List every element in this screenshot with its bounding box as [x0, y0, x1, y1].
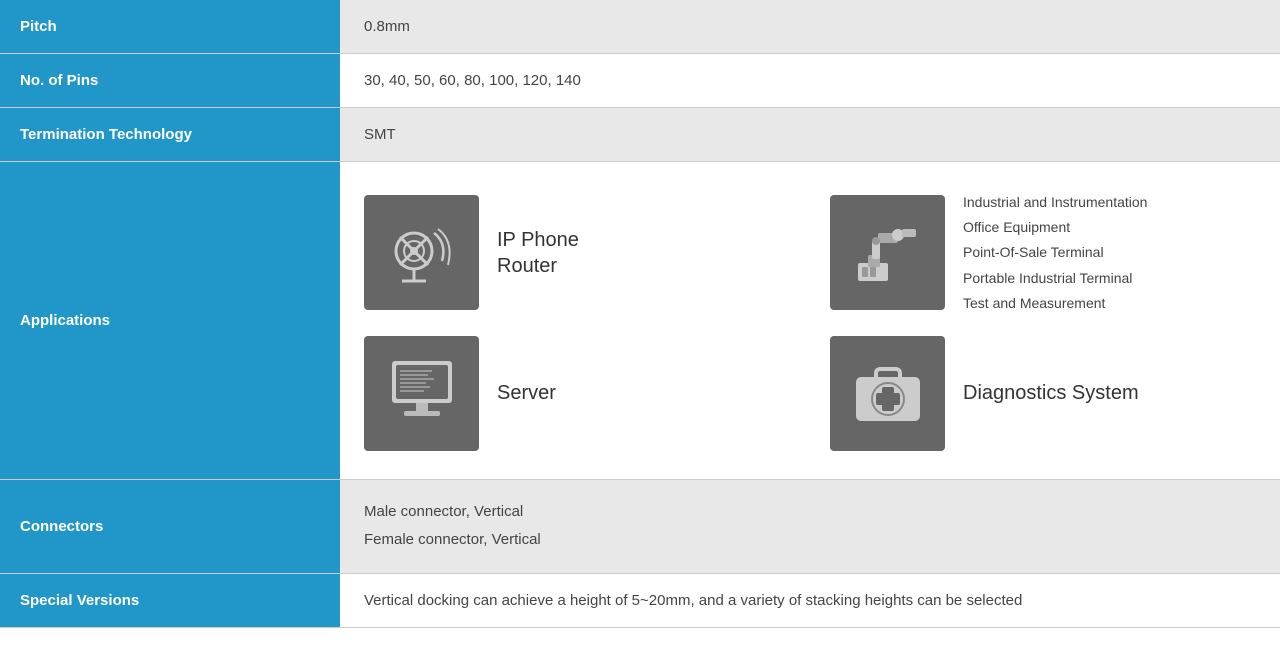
applications-row: Applications	[0, 162, 1280, 480]
connectors-value: Male connector, VerticalFemale connector…	[340, 479, 1280, 573]
special-value: Vertical docking can achieve a height of…	[340, 573, 1280, 627]
connectors-row: Connectors Male connector, VerticalFemal…	[0, 479, 1280, 573]
pitch-row: Pitch 0.8mm	[0, 0, 1280, 54]
connectors-label: Connectors	[0, 479, 340, 573]
pins-value: 30, 40, 50, 60, 80, 100, 120, 140	[340, 54, 1280, 108]
satellite-svg	[382, 213, 462, 293]
pins-label: No. of Pins	[0, 54, 340, 108]
applications-content: IP PhoneRouter	[340, 162, 1280, 480]
special-row: Special Versions Vertical docking can ac…	[0, 573, 1280, 627]
server-svg	[382, 353, 462, 433]
medkit-svg	[848, 353, 928, 433]
pitch-value: 0.8mm	[340, 0, 1280, 54]
server-label: Server	[497, 380, 556, 406]
app-item-server: Server	[364, 336, 790, 451]
pitch-label: Pitch	[0, 0, 340, 54]
satellite-icon	[364, 195, 479, 310]
robot-arm-icon	[830, 195, 945, 310]
termination-value: SMT	[340, 108, 1280, 162]
diagnostics-label: Diagnostics System	[963, 380, 1139, 406]
server-icon	[364, 336, 479, 451]
special-label: Special Versions	[0, 573, 340, 627]
pins-row: No. of Pins 30, 40, 50, 60, 80, 100, 120…	[0, 54, 1280, 108]
industrial-list: Industrial and Instrumentation Office Eq…	[963, 190, 1147, 316]
robot-arm-svg	[848, 213, 928, 293]
apps-grid: IP PhoneRouter	[364, 180, 1256, 461]
app-item-diagnostics: Diagnostics System	[830, 336, 1256, 451]
termination-label: Termination Technology	[0, 108, 340, 162]
connectors-text: Male connector, VerticalFemale connector…	[364, 498, 1256, 555]
app-item-phone: IP PhoneRouter	[364, 190, 790, 316]
termination-row: Termination Technology SMT	[0, 108, 1280, 162]
medkit-icon	[830, 336, 945, 451]
applications-label: Applications	[0, 162, 340, 480]
app-item-industrial: Industrial and Instrumentation Office Eq…	[830, 190, 1256, 316]
phone-label: IP PhoneRouter	[497, 227, 579, 279]
